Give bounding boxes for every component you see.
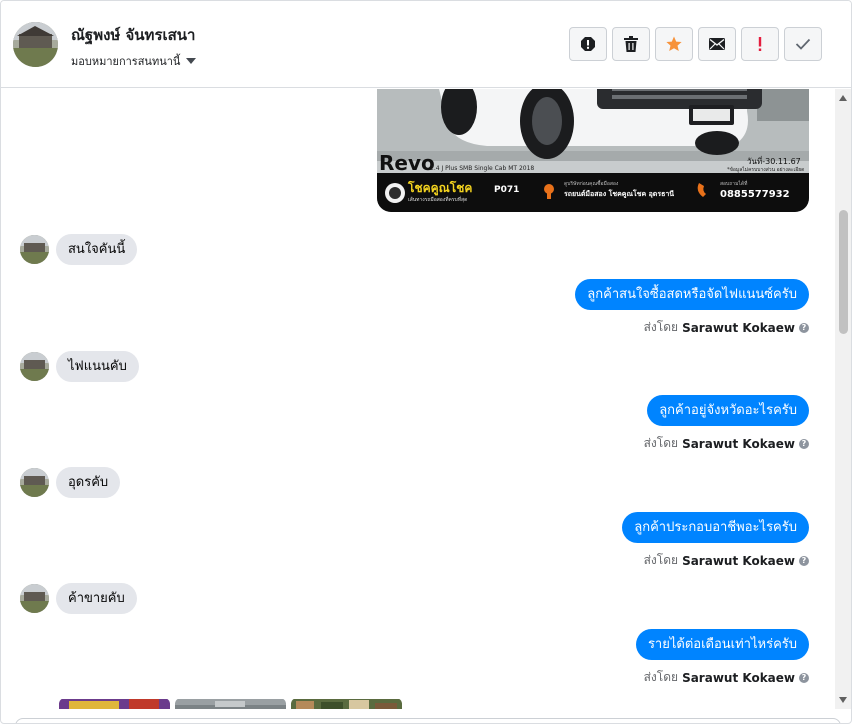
incoming-bubble: อุดรคับ xyxy=(56,467,121,498)
sender-name: Sarawut Kokaew xyxy=(682,670,795,685)
incoming-bubble: สนใจคันนี้ xyxy=(56,234,138,265)
incoming-bubble: ค้าขายคับ xyxy=(56,583,137,614)
sent-by-label: ส่งโดย Sarawut Kokaew ? xyxy=(644,318,809,337)
location-label: ดูบริษัทก่อนคุณซื้อมือสอง xyxy=(564,181,619,187)
sent-by-prefix: ส่งโดย xyxy=(643,436,679,450)
sent-by-label: ส่งโดย Sarawut Kokaew ? xyxy=(644,434,809,453)
contact-avatar[interactable] xyxy=(13,22,58,67)
dealer-tagline: เส้นทางรถมือสองที่ครบที่สุด xyxy=(408,197,468,203)
help-icon[interactable]: ? xyxy=(799,322,809,333)
help-icon[interactable]: ? xyxy=(799,438,809,449)
contact-name: ณัฐพงษ์ จันทรเสนา xyxy=(71,26,196,44)
conversation-header: ณัฐพงษ์ จันทรเสนา มอบหมายการสนทนานี้ xyxy=(1,1,851,88)
incoming-message: อุดรคับ xyxy=(20,467,121,498)
incoming-message: ค้าขายคับ xyxy=(20,583,137,614)
sent-by-label: ส่งโดย Sarawut Kokaew ? xyxy=(644,668,809,687)
assign-conversation-label: มอบหมายการสนทนานี้ xyxy=(71,55,181,68)
star-icon xyxy=(666,36,682,51)
exclamation-icon xyxy=(758,37,762,51)
scroll-down-arrow-icon[interactable] xyxy=(839,697,847,703)
sent-by-prefix: ส่งโดย xyxy=(643,553,679,567)
action-toolbar xyxy=(569,27,822,61)
outgoing-bubble: ลูกค้าสนใจซื้อสดหรือจัดไฟแนนซ์ครับ xyxy=(575,279,809,310)
star-button[interactable] xyxy=(655,27,693,61)
sent-by-prefix: ส่งโดย xyxy=(643,320,679,334)
dealer-location: รถยนต์มือสอง โชคคูณโชค อุดรธานี xyxy=(564,190,675,198)
trash-icon xyxy=(624,36,638,52)
checkmark-icon xyxy=(795,38,811,50)
scrollbar-thumb[interactable] xyxy=(839,210,848,334)
report-spam-icon xyxy=(581,37,595,51)
image-thumbnail[interactable] xyxy=(59,698,170,709)
outgoing-bubble: ลูกค้าประกอบอาชีพอะไรครับ xyxy=(622,512,809,543)
incoming-bubble: ไฟแนนคับ xyxy=(56,351,139,382)
sender-name: Sarawut Kokaew xyxy=(682,553,795,568)
outgoing-bubble: รายได้ต่อเดือนเท่าไหร่ครับ xyxy=(635,629,809,660)
mark-done-button[interactable] xyxy=(784,27,822,61)
caret-down-icon xyxy=(186,58,197,64)
photo-note: *ข้อมูลไม่ครบบางส่วน อย่างละเอียด xyxy=(727,167,805,173)
message-list-scrollbar[interactable] xyxy=(835,89,851,709)
outgoing-bubble: ลูกค้าอยู่จังหวัดอะไรครับ xyxy=(647,395,809,426)
contact-avatar xyxy=(20,352,49,381)
stock-code: P071 xyxy=(494,185,520,195)
incoming-message: ไฟแนนคับ xyxy=(20,351,139,382)
envelope-icon xyxy=(709,38,725,50)
contact-avatar xyxy=(20,584,49,613)
image-thumbnail[interactable] xyxy=(291,698,402,709)
help-icon[interactable]: ? xyxy=(799,555,809,566)
message-composer[interactable] xyxy=(15,718,841,723)
message-list: Revo 2.4 J Plus SMB Single Cab MT 2018 ว… xyxy=(1,89,835,709)
contact-avatar xyxy=(20,235,49,264)
car-model-detail: 2.4 J Plus SMB Single Cab MT 2018 xyxy=(430,165,535,172)
mark-unread-button[interactable] xyxy=(698,27,736,61)
report-spam-button[interactable] xyxy=(569,27,607,61)
delete-button[interactable] xyxy=(612,27,650,61)
dealer-phone: 0885577932 xyxy=(720,189,790,200)
conversation-window: ณัฐพงษ์ จันทรเสนา มอบหมายการสนทนานี้ Rev… xyxy=(0,0,852,724)
incoming-message: สนใจคันนี้ xyxy=(20,234,138,265)
flag-button[interactable] xyxy=(741,27,779,61)
image-thumbnail[interactable] xyxy=(175,698,286,709)
scroll-up-arrow-icon[interactable] xyxy=(839,95,847,101)
image-attachments xyxy=(59,698,402,709)
car-model: Revo xyxy=(379,151,435,175)
contact-avatar xyxy=(20,468,49,497)
sent-by-label: ส่งโดย Sarawut Kokaew ? xyxy=(644,551,809,570)
sender-name: Sarawut Kokaew xyxy=(682,436,795,451)
help-icon[interactable]: ? xyxy=(799,672,809,683)
sender-name: Sarawut Kokaew xyxy=(682,320,795,335)
phone-label: สอบถามได้ที่ xyxy=(720,181,748,187)
sent-by-prefix: ส่งโดย xyxy=(643,670,679,684)
car-photo-attachment[interactable]: Revo 2.4 J Plus SMB Single Cab MT 2018 ว… xyxy=(377,89,809,212)
assign-conversation-dropdown[interactable]: มอบหมายการสนทนานี้ xyxy=(71,52,197,70)
